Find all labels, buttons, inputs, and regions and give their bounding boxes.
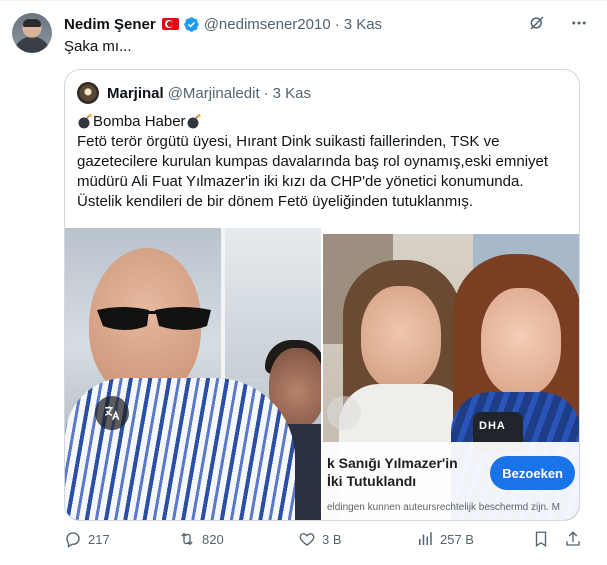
reply-count: 217 [88, 531, 110, 547]
views-icon [419, 532, 432, 545]
copyright-notice: eldingen kunnen auteursrechtelijk besche… [327, 502, 560, 513]
separator-dot: · [263, 84, 269, 102]
author-handle[interactable]: @nedimsener2010 [204, 16, 331, 33]
quote-headline: Bomba Haber [93, 113, 186, 130]
lens-marker-icon [327, 396, 361, 430]
quote-header: Marjinal @Marjinaledit · 3 Kas [77, 82, 311, 104]
bomb-icon [187, 113, 201, 129]
reply-button[interactable]: 217 [64, 530, 110, 548]
tweet-text: Şaka mı... [64, 38, 132, 55]
retweet-count: 820 [202, 531, 224, 547]
quote-author-name: Marjinal [107, 84, 164, 102]
author-avatar[interactable] [12, 13, 52, 53]
views-count: 257 B [440, 531, 474, 547]
lens-result-bar[interactable]: k Sanığı Yılmazer'in İki Tutuklandı Bezo… [323, 442, 579, 520]
share-icon [566, 531, 580, 546]
bomb-icon [78, 113, 92, 129]
photo-man-sunglasses[interactable] [65, 228, 321, 520]
header-actions [527, 13, 589, 33]
quote-body-text: Fetö terör örgütü üyesi, Hırant Dink sui… [77, 133, 549, 210]
verified-badge-icon [183, 16, 199, 32]
like-button[interactable]: 3 B [298, 530, 342, 548]
sunglasses [97, 307, 211, 330]
tweet-time[interactable]: 3 Kas [344, 16, 382, 33]
retweet-icon [181, 532, 193, 546]
turkey-flag-icon [161, 18, 179, 30]
separator-dot: · [334, 15, 340, 33]
quote-body: Bomba Haber Fetö terör örgütü üyesi, Hır… [77, 112, 569, 212]
quote-media[interactable]: DHA k Sanığı Yılmazer'in İki Tutuklandı … [65, 228, 579, 520]
share-button[interactable] [564, 530, 582, 548]
quote-time: 3 Kas [272, 84, 311, 102]
more-icon[interactable] [569, 13, 589, 33]
microphone-label: DHA [479, 420, 506, 432]
tweet[interactable]: Nedim Şener @nedimsener2010 · 3 Kas Şaka… [0, 0, 607, 565]
bookmark-button[interactable] [532, 530, 550, 548]
like-icon [299, 533, 315, 546]
lens-result-title[interactable]: k Sanığı Yılmazer'in İki Tutuklandı [327, 454, 477, 490]
translate-icon[interactable] [95, 396, 129, 430]
tweet-header: Nedim Şener @nedimsener2010 · 3 Kas [64, 13, 382, 35]
reply-icon [66, 532, 80, 548]
like-count: 3 B [322, 531, 342, 547]
quote-author-avatar [77, 82, 99, 104]
views-button[interactable]: 257 B [416, 530, 474, 548]
grok-icon[interactable] [527, 13, 547, 33]
retweet-button[interactable]: 820 [178, 530, 224, 548]
bookmark-icon [535, 531, 547, 548]
author-name[interactable]: Nedim Şener [64, 16, 156, 33]
action-bar: 217 820 3 B 257 B [64, 528, 584, 550]
quote-author-handle: @Marjinaledit [167, 84, 260, 102]
visit-button[interactable]: Bezoeken [490, 456, 575, 490]
quoted-tweet[interactable]: Marjinal @Marjinaledit · 3 Kas Bomba Hab… [64, 69, 580, 521]
